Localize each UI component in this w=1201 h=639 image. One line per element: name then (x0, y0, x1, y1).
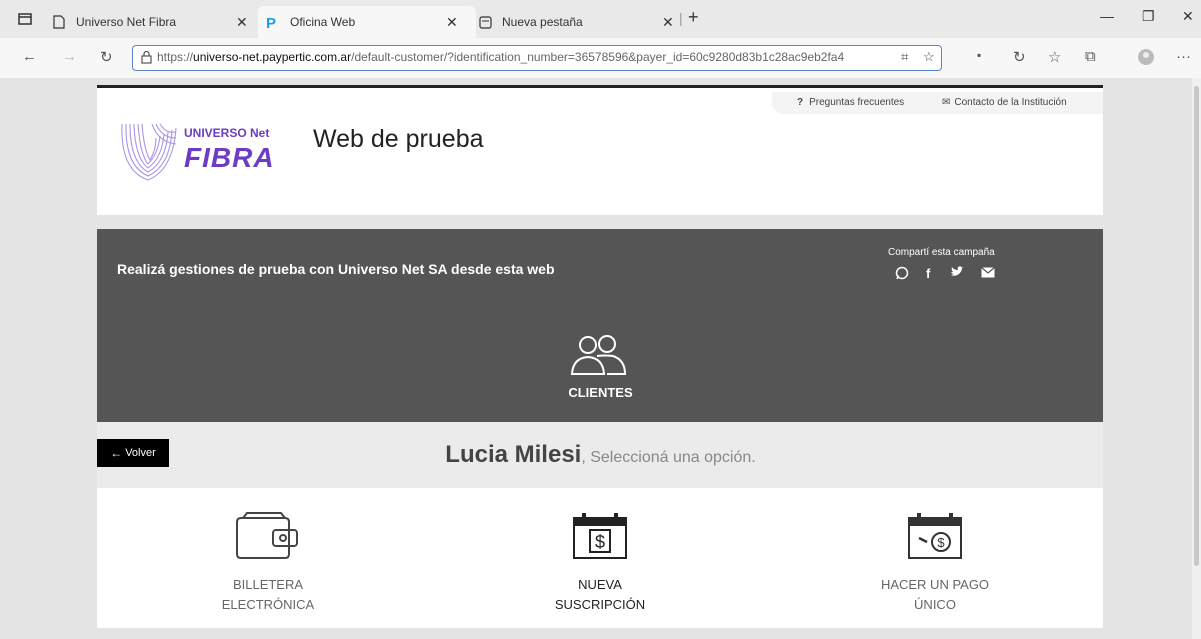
whatsapp-icon[interactable] (895, 266, 909, 283)
scrollbar-thumb[interactable] (1194, 86, 1199, 566)
tab-universo-net-fibra[interactable]: Universo Net Fibra ✕ (52, 6, 257, 38)
clients-label[interactable]: CLIENTES (0, 385, 1201, 400)
option-label: HACER UN PAGO ÚNICO (880, 577, 990, 612)
new-tab-icon (478, 15, 492, 29)
faq-link[interactable]: ? Preguntas frecuentes (797, 97, 904, 108)
tab-label: Oficina Web (290, 15, 356, 29)
brand-name-bottom: FIBRA (184, 142, 275, 173)
new-tab-button[interactable]: + (688, 7, 699, 28)
svg-text:P: P (266, 15, 276, 29)
lock-icon (141, 50, 152, 69)
question-icon: ? (797, 97, 804, 108)
customer-name: Lucia Milesi (445, 441, 582, 468)
option-billetera[interactable]: BILLETERA ELECTRÓNICA (168, 512, 368, 615)
option-label: BILLETERA ELECTRÓNICA (221, 577, 315, 612)
twitter-icon[interactable] (950, 266, 964, 281)
banner-text: Realizá gestiones de prueba con Universo… (117, 261, 555, 277)
email-icon[interactable] (981, 266, 995, 281)
tab-label: Nueva pestaña (502, 15, 583, 29)
favorite-star-icon[interactable]: ☆ (923, 49, 935, 65)
profile-avatar[interactable] (1138, 49, 1154, 70)
option-label: NUEVA SUSCRIPCIÓN (554, 577, 646, 612)
paypertic-icon: P (266, 15, 280, 29)
option-nueva-suscripcion[interactable]: $ NUEVA SUSCRIPCIÓN (500, 512, 700, 615)
greeting-prompt: , Seleccioná una opción. (581, 449, 756, 466)
tab-label: Universo Net Fibra (76, 15, 177, 29)
url-text: https://universo-net.paypertic.com.ar/de… (157, 50, 845, 64)
back-icon[interactable]: ← (22, 48, 37, 65)
page-title: Web de prueba (313, 125, 484, 153)
share-label: Compartí esta campaña (888, 247, 995, 258)
facebook-icon[interactable]: f (926, 266, 930, 281)
favorites-icon[interactable]: ☆ (1048, 48, 1061, 66)
tab-nueva-pestana[interactable]: Nueva pestaña ✕ (478, 6, 683, 38)
greeting: Lucia Milesi, Seleccioná una opción. (0, 441, 1201, 469)
immersive-reader-icon[interactable]: ⌗ (901, 49, 908, 65)
refresh-icon[interactable]: ↻ (100, 48, 113, 66)
wallet-icon (233, 512, 303, 565)
more-menu-icon[interactable]: ··· (1176, 48, 1191, 65)
calendar-dollar-icon: $ (572, 512, 628, 565)
forward-icon[interactable]: → (62, 48, 77, 65)
page-icon (52, 15, 66, 29)
brand-name-top: UNIVERSO Net (184, 126, 270, 140)
calendar-coin-icon: $ (907, 512, 963, 565)
tab-divider: | (679, 10, 683, 26)
envelope-icon: ✉ (942, 97, 951, 108)
address-bar[interactable]: https://universo-net.paypertic.com.ar/de… (132, 45, 942, 71)
restore-icon[interactable]: ❐ (1142, 8, 1155, 25)
tab-actions-icon[interactable] (18, 12, 32, 31)
option-pago-unico[interactable]: $ HACER UN PAGO ÚNICO (835, 512, 1035, 615)
close-tab-icon[interactable]: ✕ (236, 14, 248, 31)
tab-oficina-web[interactable]: P Oficina Web ✕ (258, 6, 476, 38)
collections-flag-icon[interactable]: ▪ (977, 48, 981, 62)
universo-net-logo (118, 122, 180, 189)
svg-text:$: $ (937, 535, 945, 550)
close-tab-icon[interactable]: ✕ (446, 14, 458, 31)
close-tab-icon[interactable]: ✕ (662, 14, 674, 31)
clients-icon[interactable] (567, 332, 631, 383)
close-window-icon[interactable]: ✕ (1182, 8, 1194, 25)
minimize-icon[interactable]: — (1100, 8, 1114, 24)
svg-text:$: $ (595, 532, 605, 552)
collections-icon[interactable]: ⧉ (1085, 48, 1096, 65)
extension-icon[interactable]: ↻ (1013, 48, 1026, 66)
contact-link[interactable]: ✉ Contacto de la Institución (942, 97, 1067, 108)
